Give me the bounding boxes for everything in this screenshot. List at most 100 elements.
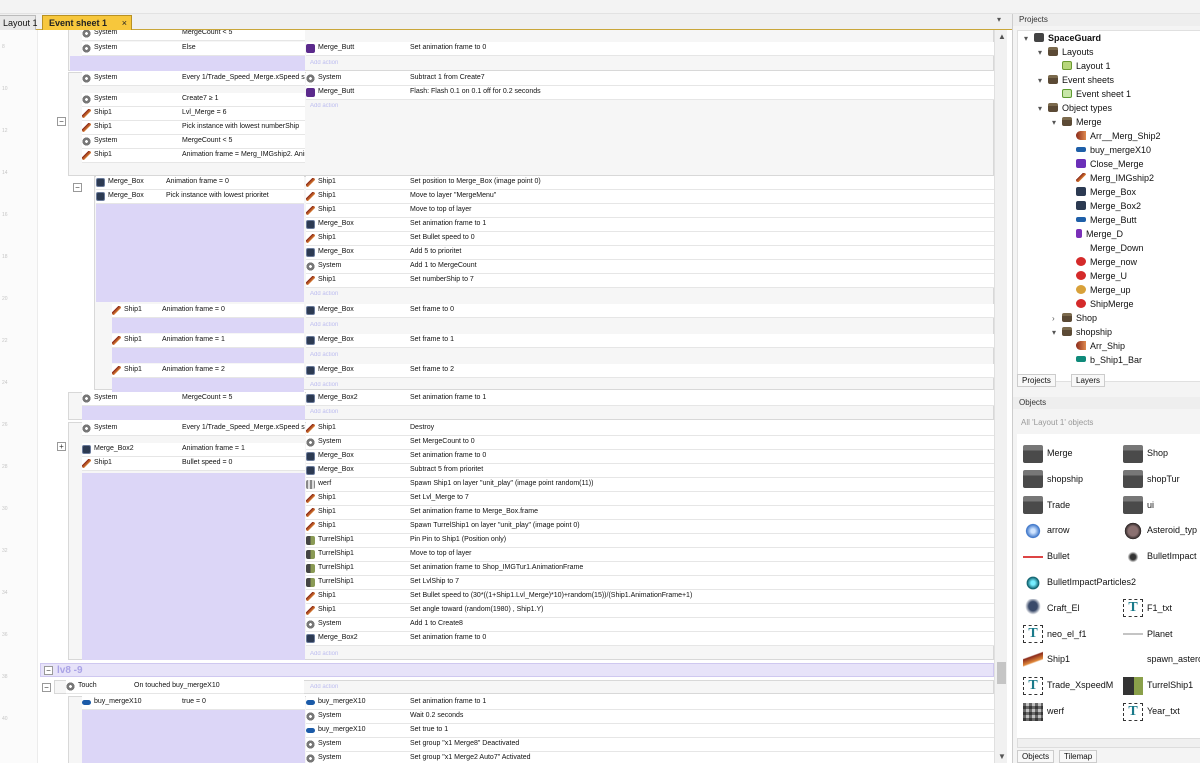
add-action-link[interactable]: Add action [310,409,390,415]
tree-item[interactable]: Arr__Merg_Ship2 [1066,130,1161,142]
tree-item[interactable]: ▾ shopship [1052,326,1112,339]
group-lv8-9[interactable]: − lv8 -9 [40,663,994,677]
action-row[interactable]: Merge_Box Subtract 5 from prioritet [306,464,994,478]
action-row[interactable]: TurrelShip1 Set animation frame to Shop_I… [306,562,994,576]
action-row[interactable]: Ship1 Set numberShip to 7 [306,274,994,288]
tree-item[interactable]: › Shop [1052,312,1097,325]
object-item[interactable]: T Year_txt [1123,702,1180,724]
object-list[interactable]: Merge Shop shopship shopTur Trade ui arrow Aste… [1017,434,1200,744]
object-item[interactable]: Trade [1023,496,1070,518]
object-item[interactable]: T Trade_XspeedM [1023,676,1113,698]
tree-item[interactable]: ▾ Object types [1038,102,1112,115]
tree-item[interactable]: Event sheet 1 [1052,88,1131,100]
chevron-icon[interactable]: ▾ [1024,33,1032,45]
action-row[interactable]: TurrelShip1 Move to top of layer [306,548,994,562]
tab-event-sheet-1[interactable]: Event sheet 1 × [42,15,132,30]
action-row[interactable]: Merge_Box Set frame to 0 [306,304,994,318]
action-row[interactable]: Ship1 Set angle toward (random(1980) , Sh… [306,604,994,618]
action-row[interactable]: Ship1 Spawn TurrelShip1 on layer "unit_pl… [306,520,994,534]
action-row[interactable]: Ship1 Set position to Merge_Box (image po… [306,176,994,190]
object-item[interactable]: BulletImpactParticles2 [1023,573,1136,595]
condition-row[interactable]: Ship1 Bullet speed = 0 [82,457,305,471]
object-item[interactable]: shopship [1023,470,1083,492]
tab-layout-1[interactable]: Layout 1 [0,15,38,30]
action-row[interactable]: werf Spawn Ship1 on layer "unit_play" (im… [306,478,994,492]
action-row[interactable]: Merge_Box Set frame to 2 [306,364,994,378]
object-item[interactable]: Merge [1023,444,1073,466]
condition-row[interactable]: Merge_Box Pick instance with lowest prior… [96,190,304,204]
object-item[interactable]: werf [1023,702,1064,724]
tree-item[interactable]: Merge_U [1066,270,1127,282]
tab-objects[interactable]: Objects [1017,750,1055,763]
tab-projects[interactable]: Projects [1017,374,1056,387]
close-icon[interactable]: × [122,16,127,30]
tree-item[interactable]: ▾ Event sheets [1038,74,1114,87]
tree-item[interactable]: Arr_Ship [1066,340,1125,352]
action-row[interactable]: Merge_Box Set frame to 1 [306,334,994,348]
action-row[interactable]: System Wait 0.2 seconds [306,710,994,724]
condition-row[interactable]: Ship1 Lvl_Merge = 6 [82,107,305,121]
scroll-down-icon[interactable]: ▼ [998,752,1006,761]
action-row[interactable]: System Set MergeCount to 0 [306,436,994,450]
action-row[interactable]: Ship1 Set Bullet speed to (30*((1+Ship1.L… [306,590,994,604]
tree-item[interactable]: ▾ SpaceGuard [1024,32,1101,45]
tree-item[interactable]: Close_Merge [1066,158,1144,170]
object-item[interactable]: shopTur [1123,470,1180,492]
condition-row[interactable]: Merge_Box Animation frame = 0 [96,176,304,190]
condition-row[interactable]: System Else [82,42,305,56]
chevron-icon[interactable]: ▾ [1052,327,1060,339]
vertical-scrollbar[interactable]: ▲ ▼ [994,30,1007,763]
collapse-toggle-icon[interactable]: − [44,666,53,675]
condition-row[interactable]: System Every 1/Trade_Speed_Merge.xSpeed s… [82,72,305,86]
chevron-down-icon[interactable]: ▾ [997,15,1001,24]
project-tree[interactable]: ▾ SpaceGuard ▾ Layouts Layout 1 ▾ Event sheets… [1017,30,1200,382]
chevron-icon[interactable]: › [1052,313,1060,325]
tree-item[interactable]: Layout 1 [1052,60,1111,72]
action-row[interactable]: Ship1 Move to top of layer [306,204,994,218]
action-row[interactable]: Merge_Box Add 5 to prioritet [306,246,994,260]
action-row[interactable]: Ship1 Set Lvl_Merge to 7 [306,492,994,506]
chevron-icon[interactable]: ▾ [1052,117,1060,129]
horizontal-scrollbar[interactable] [1017,738,1200,748]
tree-item[interactable]: ShipMerge [1066,298,1134,310]
tree-item[interactable]: Merge_Butt [1066,214,1137,226]
action-row[interactable]: Merge_Box2 Set animation frame to 0 [306,632,994,646]
tree-item[interactable]: ▾ Merge [1052,116,1102,129]
chevron-icon[interactable]: ▾ [1038,47,1046,59]
collapse-toggle-icon[interactable]: − [73,183,82,192]
tree-item[interactable]: Merg_IMGship2 [1066,172,1154,184]
condition-row[interactable]: Ship1 Animation frame = 1 [112,334,304,348]
object-item[interactable]: Ship1 [1023,650,1070,672]
object-item[interactable]: Bullet [1023,547,1070,569]
add-action-link[interactable]: Add action [310,382,390,388]
action-row[interactable]: Ship1 Set animation frame to Merge_Box.fr… [306,506,994,520]
tab-tilemap[interactable]: Tilemap [1059,750,1098,763]
collapse-toggle-icon[interactable]: − [57,117,66,126]
action-row[interactable]: System Set group "x1 Merge8" Deactivated [306,738,994,752]
object-item[interactable]: T F1_txt [1123,599,1172,621]
action-row[interactable]: System Add 1 to Create8 [306,618,994,632]
action-row[interactable]: System Add 1 to MergeCount [306,260,994,274]
action-row[interactable]: System Set group "x1 Merge2 Auto7" Activa… [306,752,994,763]
object-item[interactable]: Planet [1123,625,1173,647]
tree-item[interactable]: Merge_Down [1066,242,1144,254]
add-action-link[interactable]: Add action [310,60,390,66]
event-sheet-editor[interactable]: 8 10 12 14 16 18 20 22 24 26 28 30 32 34 36 38 40 System… [0,30,1012,763]
action-row[interactable]: TurrelShip1 Set LvlShip to 7 [306,576,994,590]
object-item[interactable]: TurrelShip1 [1123,676,1193,698]
scroll-thumb[interactable] [997,662,1006,684]
action-row[interactable]: Merge_Butt Set animation frame to 0 [306,42,994,56]
object-item[interactable]: BulletImpact [1123,547,1197,569]
tab-layers[interactable]: Layers [1071,374,1106,387]
tree-item[interactable]: Merge_now [1066,256,1137,268]
condition-row[interactable]: System Create7 ≥ 1 [82,93,305,107]
object-item[interactable]: Asteroid_typ [1123,521,1197,543]
add-action-link[interactable]: Add action [310,651,390,657]
tree-item[interactable]: Merge_Box [1066,186,1136,198]
condition-row[interactable]: System Every 1/Trade_Speed_Merge.xSpeed s… [82,422,305,436]
tree-item[interactable]: Merge_Box2 [1066,200,1141,212]
object-item[interactable]: spawn_astero [1123,650,1200,672]
action-row[interactable]: Ship1 Set Bullet speed to 0 [306,232,994,246]
condition-row[interactable]: System MergeCount < 5 [82,30,305,41]
collapse-toggle-icon[interactable]: − [42,683,51,692]
